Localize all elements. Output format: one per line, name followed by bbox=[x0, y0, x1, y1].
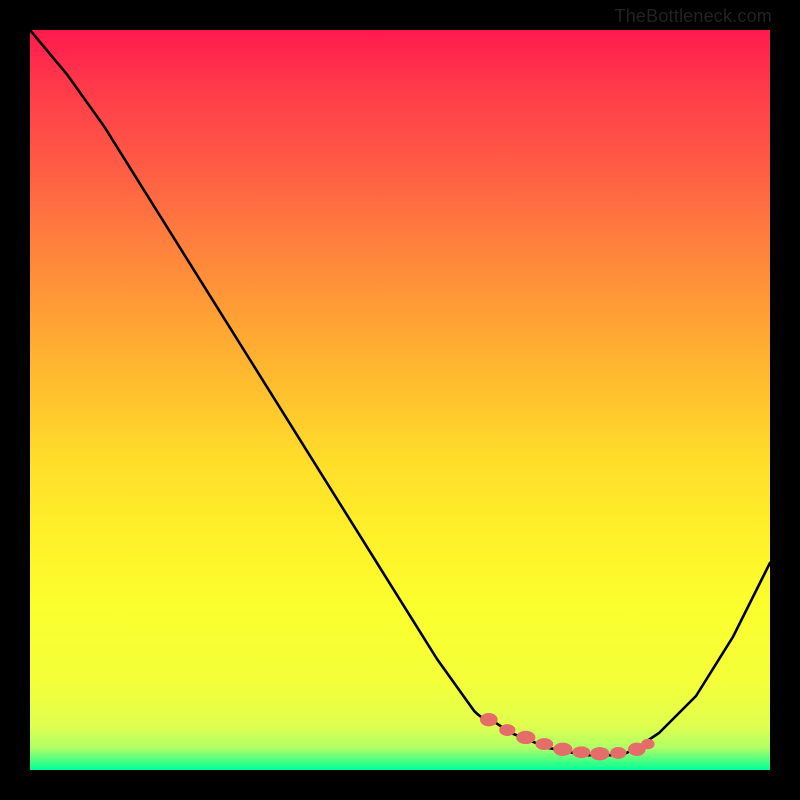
chart-svg bbox=[30, 30, 770, 770]
chart-plot-area bbox=[30, 30, 770, 770]
bottleneck-curve bbox=[30, 30, 770, 755]
chart-frame: TheBottleneck.com bbox=[0, 0, 800, 800]
credit-label: TheBottleneck.com bbox=[615, 6, 772, 27]
